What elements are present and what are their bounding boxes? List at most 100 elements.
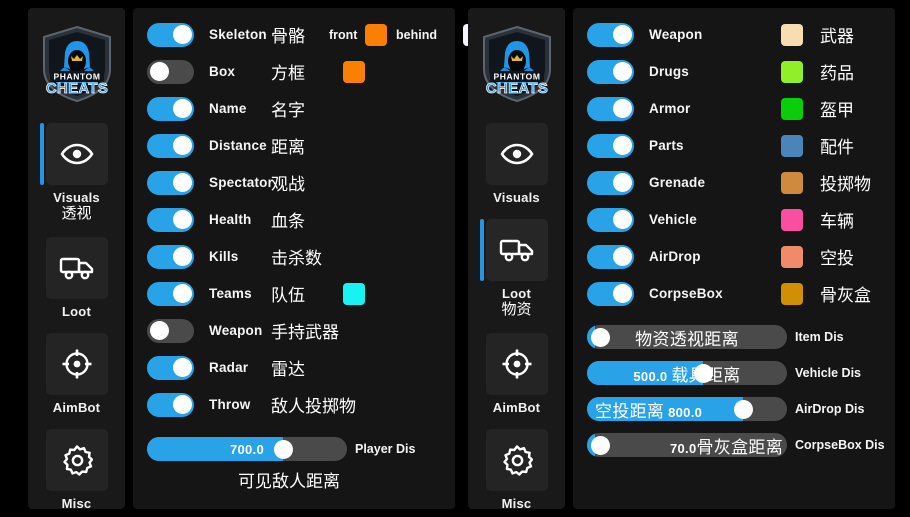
sidebar-item-label-en: AimBot [52,400,101,415]
sidebar2-item-label-en: Misc [501,496,532,511]
row-loot-armor: Armor 盔甲 [573,90,895,127]
label-skeleton-cn: 骨骼 [271,27,305,46]
color-swatch-skeleton-front[interactable] [365,23,387,46]
row-distance: Distance 距离 [133,127,455,164]
row-loot-weapon: Weapon 武器 [573,16,895,53]
color-swatch-loot-corpsebox[interactable] [781,282,803,305]
color-swatch-loot-parts[interactable] [781,134,803,157]
slider-airdrop-dis[interactable]: 空投距离 800.0 [587,397,787,421]
toggle-skeleton[interactable] [147,22,194,47]
sidebar-item-label-en: Loot [62,304,91,319]
row-loot-airdrop: AirDrop 空投 [573,238,895,275]
toggle-loot-corpsebox[interactable] [587,281,634,306]
color-swatch-loot-drugs[interactable] [781,60,803,83]
slider-knob[interactable] [273,439,293,459]
label-loot-weapon-en: Weapon [649,27,703,42]
label-box-cn: 方框 [271,64,305,83]
toggle-knob [172,247,192,266]
label-kills-cn: 击杀数 [271,249,322,268]
toggle-distance[interactable] [147,133,194,158]
row-loot-parts: Parts 配件 [573,127,895,164]
toggle-knob [612,62,632,81]
truck-icon [499,237,535,263]
sidebar-item-loot[interactable]: Loot [28,237,125,319]
slider-subcaption-player-dis: 可见敌人距离 [238,472,340,491]
gear-icon [501,444,533,476]
toggle-knob [172,395,192,414]
slider-knob[interactable] [693,363,713,383]
toggle-throw[interactable] [147,392,194,417]
slider-player-dis[interactable]: 700.0 [147,437,347,461]
slider-knob[interactable] [591,435,610,455]
slider-row-item-dis: 物资透视距离 Item Dis [573,319,895,355]
toggle-box[interactable] [147,59,194,84]
slider-value-vehicle-dis: 500.0 [633,368,668,384]
row-radar: Radar 雷达 [133,349,455,386]
loot-panel: Weapon 武器 Drugs 药品 Armor 盔甲 Parts 配件 Gre… [573,8,895,509]
color-swatch-loot-airdrop[interactable] [781,245,803,268]
sidebar-item-visuals[interactable]: Visuals 透视 [28,123,125,223]
sidebar2-item-aimbot[interactable]: AimBot [468,333,565,415]
color-swatch-loot-armor[interactable] [781,97,803,120]
toggle-teams[interactable] [147,281,194,306]
toggle-kills[interactable] [147,244,194,269]
toggle-loot-airdrop[interactable] [587,244,634,269]
crosshair-icon [61,348,93,380]
toggle-spectator[interactable] [147,170,194,195]
slider-row-corpsebox-dis: 70.0骨灰盒距离 CorpseBox Dis [573,427,895,463]
toggle-knob [612,25,632,44]
sidebar2-item-loot[interactable]: Loot 物资 [468,219,565,319]
label-loot-grenade-en: Grenade [649,175,706,190]
toggle-loot-parts[interactable] [587,133,634,158]
toggle-health[interactable] [147,207,194,232]
sidebar-item-label-en: Visuals [53,190,100,205]
label-distance-cn: 距离 [271,138,305,157]
toggle-loot-vehicle[interactable] [587,207,634,232]
label-loot-parts-en: Parts [649,138,684,153]
slider-vehicle-dis[interactable]: 500.0 载具距离 [587,361,787,385]
color-swatch-loot-vehicle[interactable] [781,208,803,231]
sidebar-nav: Visuals Loot 物资 AimBot Misc [468,123,565,517]
app-window: PHANTOM CHEATS Visuals 透视 Loot AimBot Mi… [0,0,910,517]
slider-knob[interactable] [591,327,610,347]
sidebar-icon-box [479,219,548,281]
color-swatch-box[interactable] [343,60,365,83]
sidebar-item-misc[interactable]: Misc [28,429,125,511]
color-swatch-loot-weapon[interactable] [781,23,803,46]
label-kills-en: Kills [209,249,239,264]
toggle-loot-grenade[interactable] [587,170,634,195]
label-name-cn: 名字 [271,101,305,120]
phantom-cheats-logo: PHANTOM CHEATS [38,25,116,103]
sidebar-item-label-cn: 透视 [61,205,92,222]
label-name-en: Name [209,101,247,116]
toggle-knob [172,99,192,118]
sidebar2-item-visuals[interactable]: Visuals [468,123,565,205]
toggle-weapon[interactable] [147,318,194,343]
color-swatch-loot-grenade[interactable] [781,171,803,194]
slider-knob[interactable] [733,399,753,419]
svg-text:CHEATS: CHEATS [485,80,547,97]
toggle-radar[interactable] [147,355,194,380]
toggle-name[interactable] [147,96,194,121]
label-loot-armor-en: Armor [649,101,691,116]
slider-item-dis[interactable]: 物资透视距离 [587,325,787,349]
row-throw: Throw 敌人投掷物 [133,386,455,423]
label-loot-drugs-cn: 药品 [820,64,854,83]
logo-shield-icon: PHANTOM CHEATS [42,25,111,103]
slider-corpsebox-dis[interactable]: 70.0骨灰盒距离 [587,433,787,457]
color-swatch-teams[interactable] [343,282,365,305]
sidebar-item-aimbot[interactable]: AimBot [28,333,125,415]
toggle-knob [612,99,632,118]
toggle-loot-drugs[interactable] [587,59,634,84]
sidebar-icon-box [45,333,108,395]
sidebar2-item-misc[interactable]: Misc [468,429,565,511]
toggle-loot-armor[interactable] [587,96,634,121]
toggle-loot-weapon[interactable] [587,22,634,47]
toggle-knob [612,136,632,155]
gear-icon [61,444,93,476]
row-weapon: Weapon 手持武器 [133,312,455,349]
row-loot-corpsebox: CorpseBox 骨灰盒 [573,275,895,312]
sidebar-icon-box [45,429,108,491]
svg-text:CHEATS: CHEATS [45,80,107,97]
sidebar2-item-label-en: Visuals [493,190,540,205]
